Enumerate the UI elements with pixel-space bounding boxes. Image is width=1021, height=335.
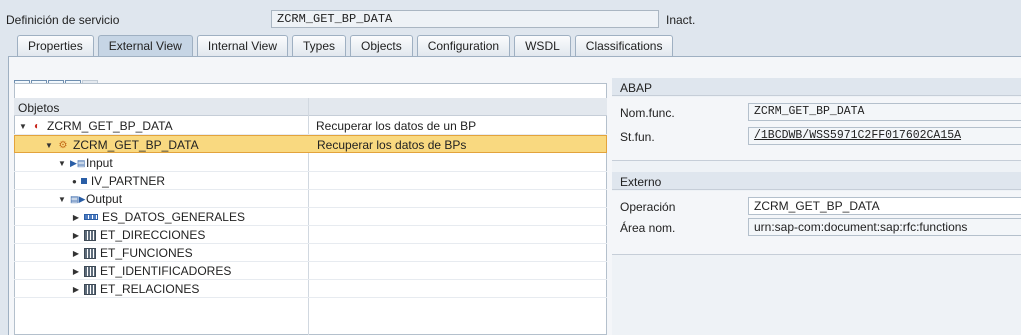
tree-row[interactable]: ▼ ▤▶ Output (14, 190, 607, 208)
abap-section-title: ABAP (612, 78, 1021, 96)
func-name-field[interactable]: ZCRM_GET_BP_DATA (748, 103, 1021, 121)
externo-section-title: Externo (612, 172, 1021, 190)
expand-arrow-icon[interactable]: ▶ (72, 231, 80, 240)
tree-row-name: ZCRM_GET_BP_DATA (47, 119, 173, 133)
tab-internal-view[interactable]: Internal View (196, 35, 289, 56)
table-icon (84, 247, 96, 259)
operation-label: Operación (620, 200, 676, 214)
expand-arrow-icon[interactable]: ▶ (72, 249, 80, 258)
service-header: Definición de servicio ZCRM_GET_BP_DATA … (0, 0, 1021, 32)
tree-row-name: Output (86, 192, 123, 206)
tree-row-name: ET_RELACIONES (100, 282, 200, 296)
func-name-label: Nom.func. (620, 106, 675, 120)
expand-arrow-icon[interactable]: ▶ (72, 285, 80, 294)
tab-classifications[interactable]: Classifications (574, 35, 674, 56)
collapse-arrow-icon[interactable]: ▼ (58, 195, 66, 204)
tree-row[interactable]: ▼ ▶▤ Input (14, 154, 607, 172)
operation-field[interactable]: ZCRM_GET_BP_DATA (748, 197, 1021, 215)
leaf-bullet-icon: ● (72, 176, 77, 186)
tree-header: Objetos (14, 98, 607, 116)
tab-configuration[interactable]: Configuration (416, 35, 511, 56)
abap-section: Nom.func. ZCRM_GET_BP_DATA St.fun. /1BCD… (612, 97, 1021, 161)
tab-external-view[interactable]: External View (97, 35, 193, 56)
service-definition-label: Definición de servicio (6, 13, 120, 27)
table-icon (84, 229, 96, 241)
externo-section: Operación ZCRM_GET_BP_DATA Área nom. urn… (612, 191, 1021, 255)
tree-row-name: ZCRM_GET_BP_DATA (73, 138, 199, 152)
tree-row-name: ET_IDENTIFICADORES (100, 264, 232, 278)
input-icon: ▶▤ (70, 157, 86, 168)
tab-types[interactable]: Types (292, 35, 347, 56)
tree-row-name: ET_FUNCIONES (100, 246, 193, 260)
stfun-label: St.fun. (620, 130, 655, 144)
details-panel: ABAP Nom.func. ZCRM_GET_BP_DATA St.fun. … (612, 78, 1021, 335)
tab-objects[interactable]: Objects (350, 35, 413, 56)
function-module-icon: ◐ (33, 120, 41, 132)
tree-row[interactable]: ▼ ◐ ZCRM_GET_BP_DATA Recuperar los datos… (14, 117, 607, 135)
objects-column-header: Objetos (18, 101, 60, 115)
tab-wsdl[interactable]: WSDL (514, 35, 571, 56)
tree-row-desc: Recuperar los datos de un BP (316, 119, 477, 133)
collapse-arrow-icon[interactable]: ▼ (58, 159, 66, 168)
namespace-field[interactable]: urn:sap-com:document:sap:rfc:functions (748, 218, 1021, 236)
namespace-label: Área nom. (620, 221, 676, 235)
expand-arrow-icon[interactable]: ▶ (72, 267, 80, 276)
tree-row-name: Input (86, 156, 113, 170)
tree-row[interactable]: ● IV_PARTNER (14, 172, 607, 190)
service-operation-icon: ⚙ (58, 139, 68, 151)
external-view-panel: ▾ ▴ ▤ ⌕ ⌕ Objetos ▼ ◐ ZCRM_GET_BP_DATA R… (8, 57, 1021, 335)
collapse-arrow-icon[interactable]: ▼ (19, 122, 27, 131)
tree-row-name: IV_PARTNER (90, 174, 166, 188)
tree-row[interactable]: ▶ ET_RELACIONES (14, 280, 607, 298)
tree-row-name: ES_DATOS_GENERALES (102, 210, 245, 224)
output-icon: ▤▶ (70, 193, 86, 204)
service-name-field[interactable]: ZCRM_GET_BP_DATA (271, 10, 659, 28)
collapse-arrow-icon[interactable]: ▼ (45, 141, 53, 150)
tree-row[interactable]: ▶ ET_IDENTIFICADORES (14, 262, 607, 280)
tab-properties[interactable]: Properties (17, 35, 94, 56)
status-label: Inact. (666, 13, 696, 27)
expand-arrow-icon[interactable]: ▶ (72, 213, 80, 222)
tab-strip: Properties External View Internal View T… (17, 35, 677, 57)
tree-row[interactable]: ▶ ET_FUNCIONES (14, 244, 607, 262)
tree-row[interactable]: ▶ ET_DIRECCIONES (14, 226, 607, 244)
tree-row-name: ET_DIRECCIONES (100, 228, 206, 242)
tree-row-selected[interactable]: ▼ ⚙ ZCRM_GET_BP_DATA Recuperar los datos… (14, 135, 607, 153)
stfun-link[interactable]: /1BCDWB/WSS5971C2FF017602CA15A (748, 127, 1021, 145)
table-icon (84, 265, 96, 277)
structure-icon (84, 214, 98, 220)
tree-row[interactable]: ▶ ES_DATOS_GENERALES (14, 208, 607, 226)
table-icon (84, 283, 96, 295)
tree-row-desc: Recuperar los datos de BPs (317, 138, 467, 152)
field-icon (80, 178, 87, 184)
